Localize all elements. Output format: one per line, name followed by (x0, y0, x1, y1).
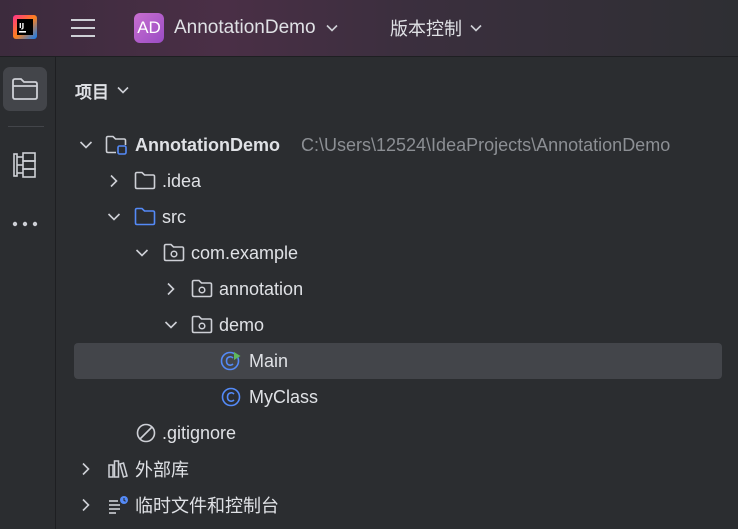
package-icon (191, 314, 213, 336)
chevron-right-icon[interactable] (78, 461, 94, 477)
tree-node-label: MyClass (249, 386, 319, 407)
tool-window-strip (0, 57, 56, 529)
chevron-right-icon[interactable] (78, 497, 94, 513)
runnable-class-icon (220, 350, 242, 372)
scratches-icon (107, 494, 129, 516)
tool-separator (8, 126, 44, 127)
chevron-down-icon[interactable] (106, 209, 122, 225)
svg-text:IJ: IJ (19, 22, 24, 30)
tree-node-label: com.example (191, 242, 299, 263)
tree-node-main[interactable]: Main (74, 343, 722, 379)
project-badge: AD (134, 13, 164, 43)
folder-icon (134, 170, 156, 192)
tree-node-external-libraries[interactable]: 外部库 (74, 451, 722, 487)
chevron-down-icon[interactable] (78, 137, 94, 153)
tree-node-com-example[interactable]: com.example (74, 235, 722, 271)
tree-node-annotation[interactable]: annotation (74, 271, 722, 307)
chevron-right-icon[interactable] (163, 281, 179, 297)
class-icon (220, 386, 242, 408)
more-tools-button[interactable] (3, 202, 47, 246)
tree-node-label: demo (219, 314, 265, 335)
main-menu-button[interactable] (66, 12, 100, 44)
chevron-down-icon (117, 86, 129, 94)
chevron-down-icon[interactable] (163, 317, 179, 333)
tree-node-path: C:\Users\12524\IdeaProjects\AnnotationDe… (301, 134, 671, 155)
tree-node-label: .idea (162, 170, 202, 191)
folder-icon (12, 78, 38, 100)
tree-node-myclass[interactable]: MyClass (74, 379, 722, 415)
project-switcher[interactable]: AD AnnotationDemo (134, 12, 338, 44)
package-icon (191, 278, 213, 300)
hamburger-icon (71, 19, 95, 37)
ignore-file-icon (135, 422, 157, 444)
module-folder-icon (105, 134, 127, 156)
tree-node-idea[interactable]: .idea (74, 163, 722, 199)
library-icon (107, 458, 129, 480)
title-bar: IJ AD AnnotationDemo 版本控制 (0, 0, 738, 57)
structure-tool-button[interactable] (3, 143, 47, 187)
structure-icon (13, 152, 36, 178)
tree-node-label: AnnotationDemo (135, 134, 280, 155)
chevron-down-icon (325, 24, 338, 32)
tree-node-demo[interactable]: demo (74, 307, 722, 343)
project-tool-button[interactable] (3, 67, 47, 111)
chevron-down-icon[interactable] (134, 245, 150, 261)
source-folder-icon (134, 206, 156, 228)
tree-node-src[interactable]: src (74, 199, 722, 235)
more-icon (12, 221, 38, 227)
vcs-label: 版本控制 (390, 19, 462, 39)
tree-node-root[interactable]: AnnotationDemo C:\Users\12524\IdeaProjec… (74, 127, 722, 163)
tree-node-scratches[interactable]: 临时文件和控制台 (74, 487, 722, 523)
tree-node-label: Main (249, 350, 289, 371)
chevron-right-icon[interactable] (106, 173, 122, 189)
project-panel-header[interactable]: 项目 (75, 76, 129, 104)
package-icon (163, 242, 185, 264)
vcs-menu[interactable]: 版本控制 (390, 12, 482, 44)
tree-node-label: 外部库 (135, 460, 189, 480)
intellij-logo-icon[interactable]: IJ (12, 14, 38, 40)
tree-node-label: 临时文件和控制台 (135, 496, 279, 516)
project-name: AnnotationDemo (174, 17, 316, 38)
tree-node-label: src (162, 206, 186, 227)
panel-title: 项目 (75, 82, 109, 102)
tree-node-gitignore[interactable]: .gitignore (74, 415, 722, 451)
chevron-down-icon (470, 24, 482, 32)
tree-node-label: .gitignore (162, 422, 237, 443)
tree-node-label: annotation (219, 278, 304, 299)
